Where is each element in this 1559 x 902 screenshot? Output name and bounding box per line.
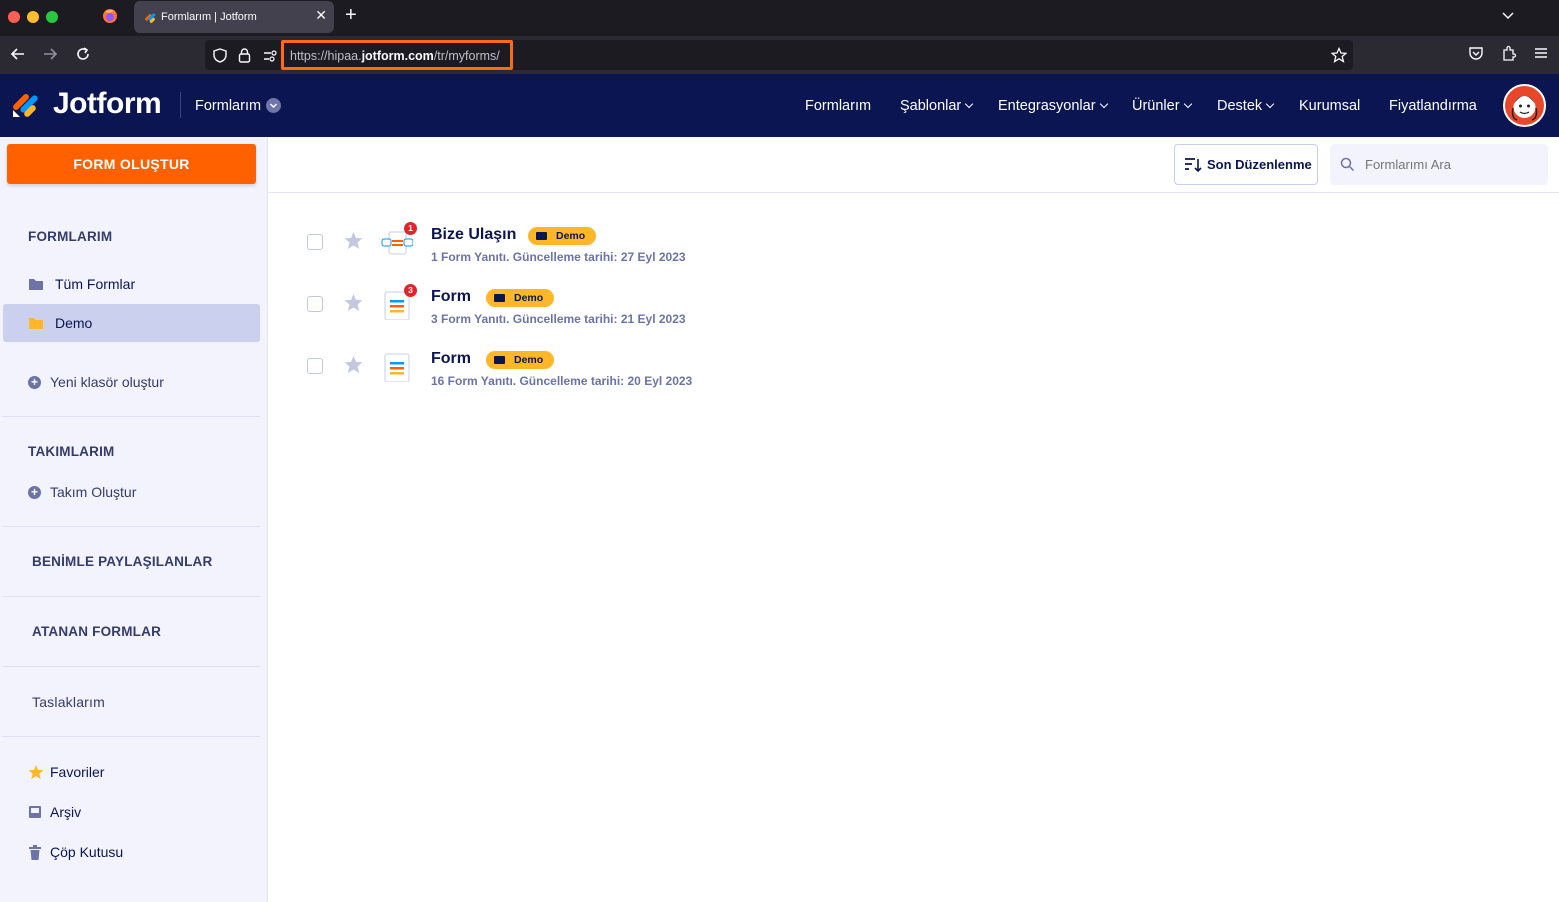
nav-kurumsal[interactable]: Kurumsal xyxy=(1299,98,1360,114)
favorites-link[interactable]: Favoriler xyxy=(28,764,104,780)
search-box xyxy=(1330,144,1548,185)
create-form-button[interactable]: FORM OLUŞTUR xyxy=(7,144,256,184)
divider xyxy=(3,666,260,667)
form-meta: 3 Form Yanıtı. Güncelleme tarihi: 21 Eyl… xyxy=(431,312,686,326)
plus-circle-icon: + xyxy=(28,485,41,499)
unread-badge: 1 xyxy=(404,222,417,235)
archive-link[interactable]: Arşiv xyxy=(28,804,81,820)
sidebar-item-demo[interactable]: Demo xyxy=(3,304,260,342)
star-icon xyxy=(28,765,44,779)
trash-icon xyxy=(29,844,41,860)
folder-icon xyxy=(494,294,505,302)
pocket-icon[interactable] xyxy=(1468,45,1484,61)
form-checkbox[interactable] xyxy=(307,296,323,312)
tab-list-chevron-icon[interactable] xyxy=(1501,9,1515,23)
form-title[interactable]: Form xyxy=(431,350,471,368)
workspace-chevron-icon[interactable] xyxy=(266,98,281,113)
url-bar[interactable]: https://hipaa.jotform.com/tr/myforms/ xyxy=(205,40,1353,70)
new-folder-link[interactable]: + Yeni klasör oluştur xyxy=(28,374,164,390)
lock-icon[interactable] xyxy=(238,48,251,63)
folder-icon xyxy=(29,279,43,290)
teams-section-title: TAKIMLARIM xyxy=(28,444,115,459)
chevron-down-icon xyxy=(965,99,974,109)
close-tab-icon[interactable]: ✕ xyxy=(315,7,327,24)
sort-icon xyxy=(1185,157,1202,172)
form-row[interactable]: 3 Form Demo 3 Form Yanıtı. Güncelleme ta… xyxy=(268,284,1559,346)
header-divider xyxy=(180,92,181,118)
shield-icon[interactable] xyxy=(213,48,227,63)
shared-with-me-link[interactable]: BENİMLE PAYLAŞILANLAR xyxy=(32,554,212,569)
nav-destek[interactable]: Destek xyxy=(1217,98,1275,114)
minimize-window-button[interactable] xyxy=(27,11,39,23)
maximize-window-button[interactable] xyxy=(46,11,58,23)
user-avatar[interactable] xyxy=(1503,84,1546,127)
app-header: Jotform Formlarım Formlarım Şablonlar En… xyxy=(0,74,1559,137)
browser-tab-active[interactable]: Formlarım | Jotform ✕ xyxy=(134,1,334,33)
divider xyxy=(3,416,260,417)
workspace-title[interactable]: Formlarım xyxy=(195,98,261,114)
folder-tag[interactable]: Demo xyxy=(486,351,555,369)
url-text[interactable]: https://hipaa.jotform.com/tr/myforms/ xyxy=(290,49,500,63)
favorite-star-icon[interactable] xyxy=(344,293,363,312)
form-icon xyxy=(384,353,410,382)
form-meta: 1 Form Yanıtı. Güncelleme tarihi: 27 Eyl… xyxy=(431,250,686,264)
divider xyxy=(3,596,260,597)
form-row[interactable]: 1 Bize Ulaşın Demo 1 Form Yanıtı. Güncel… xyxy=(268,222,1559,284)
folder-tag[interactable]: Demo xyxy=(486,289,555,307)
unread-badge: 3 xyxy=(404,284,417,297)
nav-entegrasyonlar[interactable]: Entegrasyonlar xyxy=(998,98,1108,114)
form-title[interactable]: Bize Ulaşın xyxy=(431,226,516,244)
form-checkbox[interactable] xyxy=(307,358,323,374)
form-checkbox[interactable] xyxy=(307,234,323,250)
create-team-link[interactable]: + Takım Oluştur xyxy=(28,484,136,500)
jotform-logo-icon[interactable] xyxy=(12,88,40,118)
menu-hamburger-icon[interactable] xyxy=(1533,45,1549,61)
folder-tag[interactable]: Demo xyxy=(528,227,597,245)
plus-circle-icon: + xyxy=(28,375,41,389)
chevron-down-icon xyxy=(1099,99,1108,109)
search-input[interactable] xyxy=(1365,157,1535,172)
favorite-star-icon[interactable] xyxy=(344,355,363,374)
chevron-down-icon xyxy=(1265,99,1275,109)
bookmark-star-icon[interactable] xyxy=(1331,47,1347,63)
sidebar: FORM OLUŞTUR FORMLARIM Tüm Formlar Demo … xyxy=(0,137,268,902)
archive-icon xyxy=(29,806,41,818)
browser-tab-bar: Formlarım | Jotform ✕ + xyxy=(0,0,1559,36)
sort-button[interactable]: Son Düzenlenme xyxy=(1174,144,1318,185)
folder-icon xyxy=(29,318,43,329)
chevron-down-icon xyxy=(1183,99,1192,109)
divider xyxy=(3,526,260,527)
jotform-favicon-icon xyxy=(145,13,156,23)
logo-text[interactable]: Jotform xyxy=(53,87,162,121)
nav-formlarim[interactable]: Formlarım xyxy=(805,98,871,114)
firefox-icon[interactable] xyxy=(102,8,118,24)
forward-icon[interactable] xyxy=(41,45,59,63)
nav-sablonlar[interactable]: Şablonlar xyxy=(900,98,974,114)
drafts-link[interactable]: Taslaklarım xyxy=(32,694,105,710)
form-meta: 16 Form Yanıtı. Güncelleme tarihi: 20 Ey… xyxy=(431,374,693,388)
tab-title: Formlarım | Jotform xyxy=(161,11,257,23)
folder-icon xyxy=(494,356,505,364)
favorite-star-icon[interactable] xyxy=(344,231,363,250)
sidebar-item-all-forms[interactable]: Tüm Formlar xyxy=(3,265,260,303)
search-icon xyxy=(1340,157,1355,172)
new-tab-button[interactable]: + xyxy=(345,4,357,27)
permissions-icon[interactable] xyxy=(263,50,277,62)
close-window-button[interactable] xyxy=(8,11,20,23)
nav-urunler[interactable]: Ürünler xyxy=(1132,98,1192,114)
folder-icon xyxy=(536,232,547,240)
extensions-icon[interactable] xyxy=(1501,45,1517,61)
assigned-forms-link[interactable]: ATANAN FORMLAR xyxy=(32,624,161,639)
form-title[interactable]: Form xyxy=(431,288,471,306)
my-forms-section-title: FORMLARIM xyxy=(28,229,113,244)
divider xyxy=(3,736,260,737)
url-highlight-box: https://hipaa.jotform.com/tr/myforms/ xyxy=(281,40,513,70)
reload-icon[interactable] xyxy=(74,45,92,63)
browser-nav-bar: https://hipaa.jotform.com/tr/myforms/ xyxy=(0,36,1559,74)
form-row[interactable]: Form Demo 16 Form Yanıtı. Güncelleme tar… xyxy=(268,346,1559,408)
main-toolbar: Son Düzenlenme xyxy=(268,137,1559,193)
nav-fiyatlandirma[interactable]: Fiyatlandırma xyxy=(1389,98,1477,114)
back-icon[interactable] xyxy=(9,45,27,63)
trash-link[interactable]: Çöp Kutusu xyxy=(28,844,123,860)
